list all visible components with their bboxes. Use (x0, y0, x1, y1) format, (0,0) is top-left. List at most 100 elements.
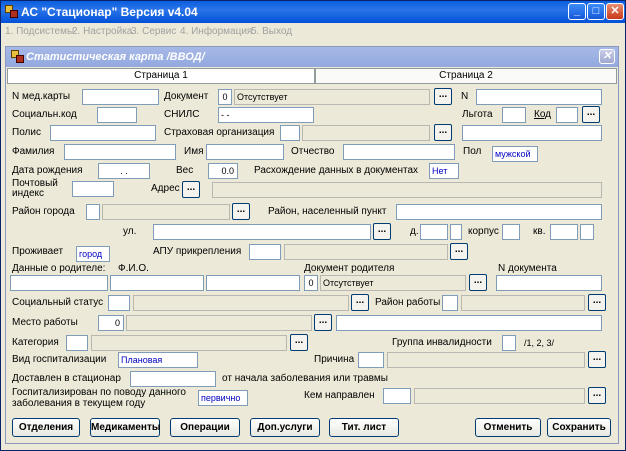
house-letter-input[interactable] (450, 224, 462, 240)
sex-select[interactable]: мужской (492, 146, 538, 162)
hosp-type-select[interactable]: Плановая (118, 352, 198, 368)
workplace-label: Место работы (12, 317, 78, 328)
parent-fio-label: Ф.И.О. (118, 263, 149, 274)
since-onset-label: от начала заболевания или травмы (222, 373, 388, 384)
menu-bar: 1. Подсистемы 2. Настройка 3. Сервис 4. … (2, 24, 624, 40)
menu-item-subsystems[interactable]: 1. Подсистемы (5, 26, 74, 37)
weight-input[interactable]: 0.0 (208, 163, 238, 179)
city-district-name-field (102, 204, 230, 220)
insurer-code-input[interactable] (280, 125, 300, 141)
social-code-input[interactable] (97, 107, 137, 123)
house-input[interactable] (420, 224, 448, 240)
lives-select[interactable]: город (76, 246, 110, 262)
doc-number-input[interactable] (476, 89, 602, 105)
benefit-input[interactable] (502, 107, 526, 123)
policy-label: Полис (12, 127, 41, 138)
menu-item-service[interactable]: 3. Сервис (131, 26, 176, 37)
tab-page-1[interactable]: Страница 1 (7, 68, 315, 84)
parent-doc-select-button[interactable]: ... (469, 274, 487, 291)
med-card-no-input[interactable] (82, 89, 159, 105)
apartment-letter-input[interactable] (580, 224, 594, 240)
close-button[interactable]: ✕ (606, 3, 624, 20)
work-district-code-input[interactable] (442, 295, 458, 311)
reason-name-field (387, 352, 585, 368)
parent-patronymic-input[interactable] (206, 275, 300, 291)
hospitalized-select[interactable]: первично (198, 390, 248, 406)
patronymic-label: Отчество (291, 146, 335, 157)
parent-doc-no-input[interactable] (496, 275, 602, 291)
workplace-name-field (126, 315, 312, 331)
social-status-label: Социальный статус (12, 297, 104, 308)
building-input[interactable] (502, 224, 520, 240)
workplace-code-input[interactable]: 0 (98, 315, 124, 331)
reason-select-button[interactable]: ... (588, 351, 606, 368)
doc-number-label: N (461, 91, 469, 102)
apartment-input[interactable] (550, 224, 578, 240)
benefit-code-input[interactable] (556, 107, 578, 123)
snils-input[interactable]: - - (218, 107, 314, 123)
parent-name-input[interactable] (110, 275, 204, 291)
document-select-button[interactable]: ... (434, 88, 452, 105)
app-icon (5, 5, 18, 18)
social-status-select-button[interactable]: ... (351, 294, 369, 311)
apu-code-input[interactable] (249, 244, 281, 260)
workplace-extra-input[interactable] (336, 315, 602, 331)
card-close-button[interactable]: ✕ (599, 49, 615, 64)
postal-index-input[interactable] (72, 181, 114, 197)
reason-code-input[interactable] (358, 352, 384, 368)
disability-group-hint: /1, 2, 3/ (524, 338, 555, 348)
disability-group-input[interactable] (502, 335, 516, 351)
card-title-bar: Статистическая карта /ВВОД/ ✕ (6, 47, 618, 67)
street-label: ул. (123, 226, 137, 237)
patronymic-input[interactable] (343, 144, 455, 160)
doc-mismatch-select[interactable]: Нет (429, 163, 459, 179)
city-district-select-button[interactable]: ... (232, 203, 250, 220)
document-code-field[interactable]: 0 (218, 89, 232, 105)
referred-by-code-input[interactable] (383, 388, 411, 404)
disability-group-label: Группа инвалидности (392, 337, 492, 348)
address-select-button[interactable]: ... (182, 181, 200, 198)
birth-date-input[interactable]: . . (98, 163, 150, 179)
insurer-select-button[interactable]: ... (434, 124, 452, 141)
work-district-name-field (461, 295, 585, 311)
title-sheet-button[interactable]: Тит. лист (329, 418, 399, 437)
save-button[interactable]: Сохранить (547, 418, 611, 437)
referred-by-select-button[interactable]: ... (588, 387, 606, 404)
operations-button[interactable]: Операции (170, 418, 240, 437)
category-select-button[interactable]: ... (290, 334, 308, 351)
name-input[interactable] (206, 144, 284, 160)
apu-name-field (284, 244, 448, 260)
delivered-input[interactable] (130, 371, 216, 387)
medications-button[interactable]: Медикаменты (90, 418, 160, 437)
district-locality-input[interactable] (396, 204, 602, 220)
category-code-input[interactable] (66, 335, 88, 351)
hosp-type-label: Вид госпитализации (12, 354, 107, 365)
insurer-label: Страховая организация (164, 127, 275, 138)
parent-doc-code-field[interactable]: 0 (304, 275, 318, 291)
minimize-button[interactable]: _ (568, 3, 586, 20)
policy-input[interactable] (50, 125, 156, 141)
social-status-code-input[interactable] (108, 295, 130, 311)
menu-item-settings[interactable]: 2. Настройка (72, 26, 132, 37)
street-select-button[interactable]: ... (373, 223, 391, 240)
extra-services-button[interactable]: Доп.услуги (250, 418, 320, 437)
benefit-select-button[interactable]: ... (582, 106, 600, 123)
apu-select-button[interactable]: ... (450, 243, 468, 260)
parent-surname-input[interactable] (10, 275, 108, 291)
menu-item-info[interactable]: 4. Информация (180, 26, 252, 37)
social-status-name-field (133, 295, 349, 311)
card-title: Статистическая карта /ВВОД/ (26, 51, 205, 63)
cancel-button[interactable]: Отменить (475, 418, 541, 437)
main-title-bar: АС "Стационар" Версия v4.04 _ □ ✕ (1, 1, 625, 23)
departments-button[interactable]: Отделения (12, 418, 80, 437)
maximize-button[interactable]: □ (587, 3, 605, 20)
street-input[interactable] (153, 224, 371, 240)
tab-page-2[interactable]: Страница 2 (315, 68, 617, 84)
surname-input[interactable] (64, 144, 176, 160)
menu-item-exit[interactable]: 5. Выход (251, 26, 292, 37)
insurer-extra-input[interactable] (462, 125, 602, 141)
workplace-select-button[interactable]: ... (314, 314, 332, 331)
city-district-code-input[interactable] (86, 204, 100, 220)
reason-label: Причина (314, 354, 355, 365)
work-district-select-button[interactable]: ... (588, 294, 606, 311)
